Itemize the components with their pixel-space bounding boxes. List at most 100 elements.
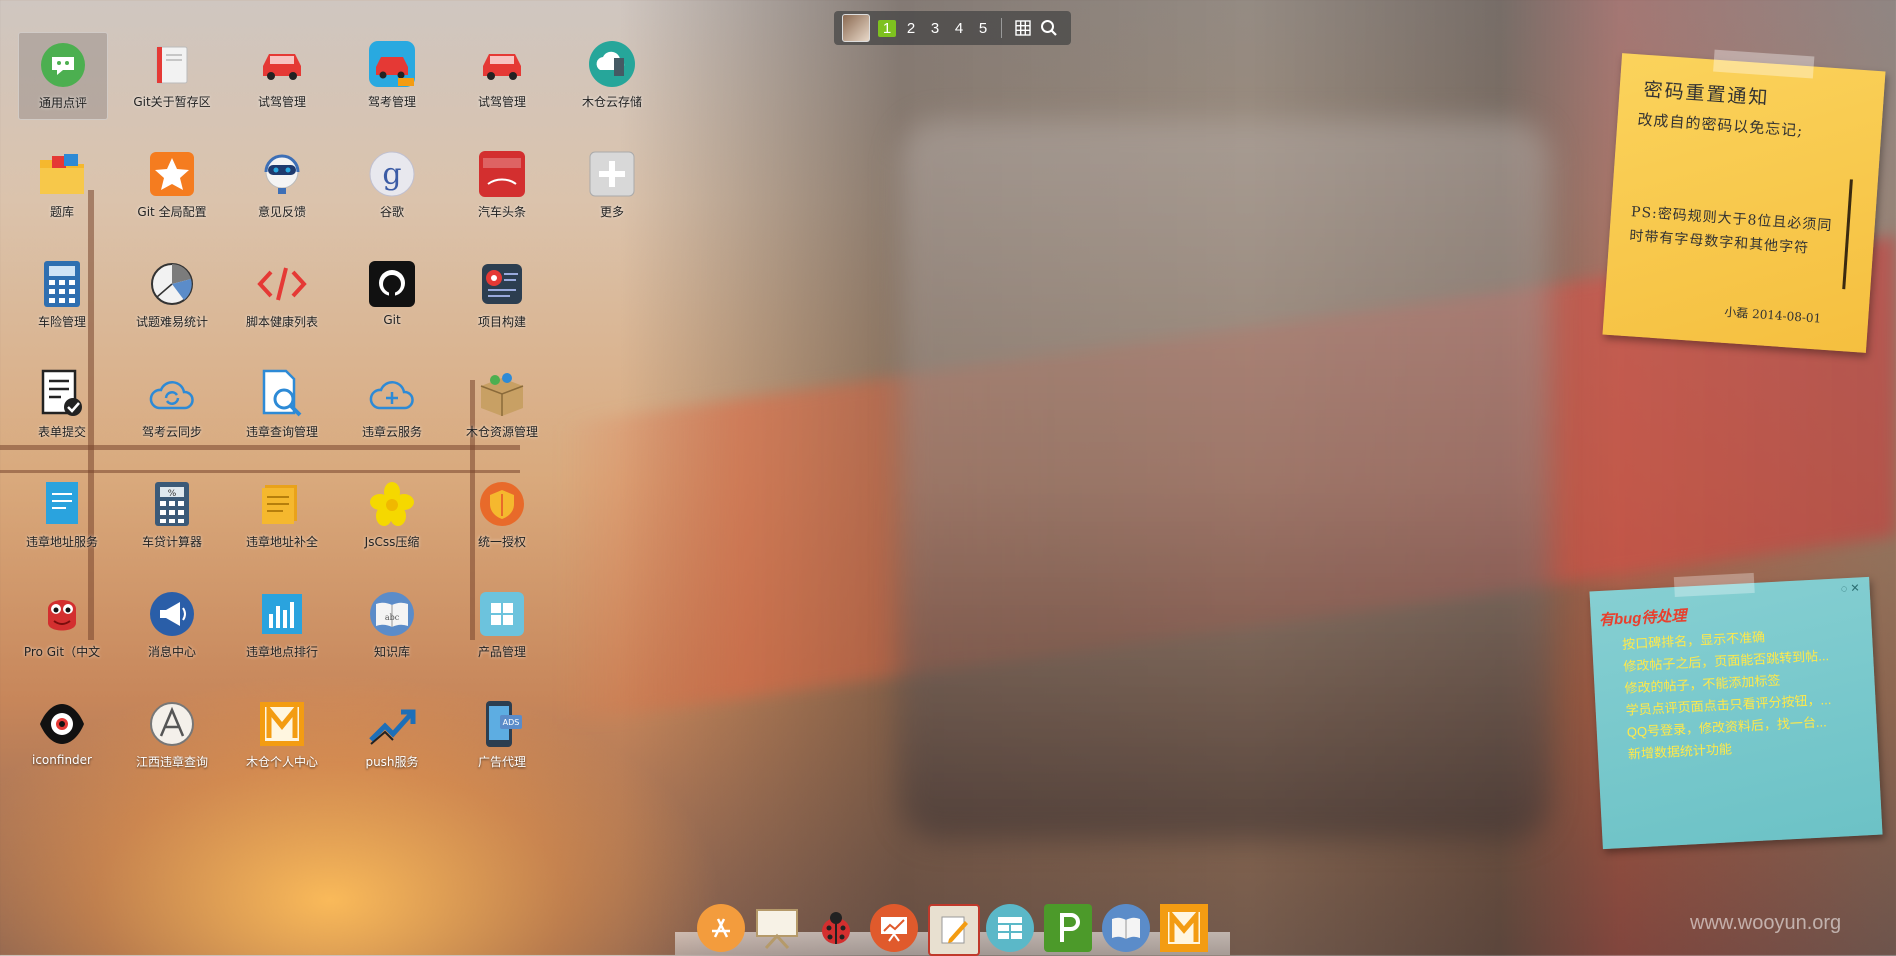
desktop-app-chexian-guanli[interactable]: 车险管理 bbox=[12, 252, 112, 352]
code-icon bbox=[257, 259, 307, 309]
desktop-app-xiaoxi-zhongxin[interactable]: 消息中心 bbox=[122, 582, 222, 682]
chat-bubble-icon bbox=[38, 40, 88, 90]
app-label: 试驾管理 bbox=[257, 95, 306, 109]
google-icon: g bbox=[367, 149, 417, 199]
desktop-app-guanggao-daili[interactable]: ADS 广告代理 bbox=[452, 692, 552, 792]
notepad-pen-icon[interactable] bbox=[928, 904, 980, 956]
desktop-app-push-fuwu[interactable]: push服务 bbox=[342, 692, 442, 792]
app-label: 项目构建 bbox=[477, 315, 526, 329]
note-tape bbox=[1713, 49, 1815, 79]
sticky-note-password-reset[interactable]: 密码重置通知 改成自的密码以免忘记; PS:密码规则大于8位且必须同时带有字母数… bbox=[1602, 49, 1886, 353]
app-label: 试驾管理 bbox=[477, 95, 526, 109]
desktop-app-git-stash[interactable]: Git关于暂存区 bbox=[122, 32, 222, 132]
letter-p-icon[interactable] bbox=[1044, 904, 1092, 952]
document-search-icon bbox=[257, 369, 307, 419]
desktop-app-mucang-ziyuan[interactable]: 木仓资源管理 bbox=[452, 362, 552, 462]
presentation-board-icon[interactable] bbox=[753, 904, 801, 952]
desktop-app-weizhang-dizhi-buquan[interactable]: 违章地址补全 bbox=[232, 472, 332, 572]
desktop-app-jiaoben-jiankang[interactable]: 脚本健康列表 bbox=[232, 252, 332, 352]
desktop-app-qiche-toutiao[interactable]: 汽车头条 bbox=[452, 142, 552, 242]
desktop-app-pro-git[interactable]: Pro Git（中文 bbox=[12, 582, 112, 682]
desktop-app-weizhang-didian-paihang[interactable]: 违章地点排行 bbox=[232, 582, 332, 682]
plus-icon bbox=[587, 149, 637, 199]
desktop-app-jiangxi-weizhang[interactable]: 江西违章查询 bbox=[122, 692, 222, 792]
page-2-button[interactable]: 2 bbox=[899, 20, 923, 37]
desktop-app-tongyong-dianping[interactable]: 通用点评 bbox=[18, 32, 108, 120]
app-label: 统一授权 bbox=[477, 535, 526, 549]
desktop-app-xiangmu-goujian[interactable]: 项目构建 bbox=[452, 252, 552, 352]
desktop-app-chedai-jisuanqi[interactable]: % 车贷计算器 bbox=[122, 472, 222, 572]
database-grid-icon[interactable] bbox=[986, 904, 1034, 952]
app-label: 题库 bbox=[49, 205, 74, 219]
app-label: 谷歌 bbox=[379, 205, 404, 219]
app-label: 木仓资源管理 bbox=[465, 425, 538, 439]
cloud-server-icon bbox=[587, 39, 637, 89]
bug-list: 按口碑排名，显示不准确 修改帖子之后，页面能否跳转到帖... 修改的帖子，不能添… bbox=[1594, 622, 1859, 767]
open-book-icon: abc bbox=[367, 589, 417, 639]
desktop-app-iconfinder[interactable]: iconfinder bbox=[12, 692, 112, 792]
desktop-app-weizhang-chaxun[interactable]: 违章查询管理 bbox=[232, 362, 332, 462]
desktop-app-more[interactable]: 更多 bbox=[562, 142, 662, 242]
m-logo-icon[interactable] bbox=[1160, 904, 1208, 952]
page-5-button[interactable]: 5 bbox=[971, 20, 995, 37]
desktop-app-tongyi-shouquan[interactable]: 统一授权 bbox=[452, 472, 552, 572]
app-label: 知识库 bbox=[373, 645, 410, 659]
app-label: 江西违章查询 bbox=[135, 755, 208, 769]
app-store-icon[interactable] bbox=[697, 904, 745, 952]
desktop-app-zhishiku[interactable]: abc 知识库 bbox=[342, 582, 442, 682]
desktop-app-mucang-cloud-storage[interactable]: 木仓云存储 bbox=[562, 32, 662, 132]
svg-text:ADS: ADS bbox=[503, 718, 520, 727]
desktop-app-chanpin-guanli[interactable]: 产品管理 bbox=[452, 582, 552, 682]
cloud-plus-icon bbox=[367, 369, 417, 419]
desktop-app-weizhang-yun-fuwu[interactable]: 违章云服务 bbox=[342, 362, 442, 462]
page-4-button[interactable]: 4 bbox=[947, 20, 971, 37]
cloud-sync-icon bbox=[147, 369, 197, 419]
sticky-note-bug-list[interactable]: ◌ ✕ 有bug待处理 按口碑排名，显示不准确 修改帖子之后，页面能否跳转到帖.… bbox=[1589, 572, 1883, 850]
bug-monster-icon bbox=[37, 589, 87, 639]
app-label: Git关于暂存区 bbox=[133, 95, 211, 109]
terminal-gear-icon bbox=[477, 259, 527, 309]
desktop-app-jiakao-yun-tongbu[interactable]: 驾考云同步 bbox=[122, 362, 222, 462]
app-label: Git bbox=[383, 313, 401, 327]
app-label: 违章云服务 bbox=[361, 425, 422, 439]
github-icon bbox=[367, 259, 417, 309]
app-label: 车贷计算器 bbox=[141, 535, 202, 549]
page-1-button[interactable]: 1 bbox=[878, 19, 896, 37]
grid-icon[interactable] bbox=[1012, 17, 1034, 39]
watermark-text: www.wooyun.org bbox=[1690, 912, 1842, 934]
note-line: 改成自的密码以免忘记; bbox=[1636, 110, 1804, 140]
desktop-app-jiakao-guanli[interactable]: 驾考管理 bbox=[342, 32, 442, 132]
app-label: 车险管理 bbox=[37, 315, 86, 329]
note-controls[interactable]: ◌ ✕ bbox=[1840, 581, 1860, 595]
search-icon[interactable] bbox=[1038, 17, 1060, 39]
chart-board-icon[interactable] bbox=[870, 904, 918, 952]
desktop-app-mucang-geren-zhongxin[interactable]: 木仓个人中心 bbox=[232, 692, 332, 792]
note-title: 密码重置通知 bbox=[1642, 78, 1771, 110]
user-avatar[interactable] bbox=[842, 14, 870, 42]
calculator-building-icon bbox=[37, 259, 87, 309]
svg-text:abc: abc bbox=[385, 613, 400, 622]
desktop-app-shijia-guanli-2[interactable]: 试驾管理 bbox=[452, 32, 552, 132]
desktop-app-git-global-config[interactable]: Git 全局配置 bbox=[122, 142, 222, 242]
form-check-icon bbox=[37, 369, 87, 419]
book-icon bbox=[147, 39, 197, 89]
ladybug-icon[interactable] bbox=[812, 904, 860, 952]
app-label: 更多 bbox=[599, 205, 624, 219]
note-signature: 小磊 2014-08-01 bbox=[1723, 304, 1822, 326]
app-label: 驾考管理 bbox=[367, 95, 416, 109]
desktop-app-google[interactable]: g 谷歌 bbox=[342, 142, 442, 242]
app-label: 消息中心 bbox=[147, 645, 196, 659]
desktop-app-shiti-nanyi-tongji[interactable]: 试题难易统计 bbox=[122, 252, 222, 352]
page-3-button[interactable]: 3 bbox=[923, 20, 947, 37]
app-label: push服务 bbox=[365, 755, 419, 769]
desktop-app-yijian-fankui[interactable]: 意见反馈 bbox=[232, 142, 332, 242]
desktop-app-shijia-guanli[interactable]: 试驾管理 bbox=[232, 32, 332, 132]
desktop-app-jscss-compress[interactable]: JsCss压缩 bbox=[342, 472, 442, 572]
open-book-icon[interactable] bbox=[1102, 904, 1150, 952]
desktop-app-weizhang-dizhi-fuwu[interactable]: 违章地址服务 bbox=[12, 472, 112, 572]
desktop-app-biaodan-tijiao[interactable]: 表单提交 bbox=[12, 362, 112, 462]
desktop-app-git[interactable]: Git bbox=[342, 252, 442, 352]
calculator-icon: % bbox=[147, 479, 197, 529]
desktop-app-tiku[interactable]: 题库 bbox=[12, 142, 112, 242]
app-label: 违章查询管理 bbox=[245, 425, 318, 439]
